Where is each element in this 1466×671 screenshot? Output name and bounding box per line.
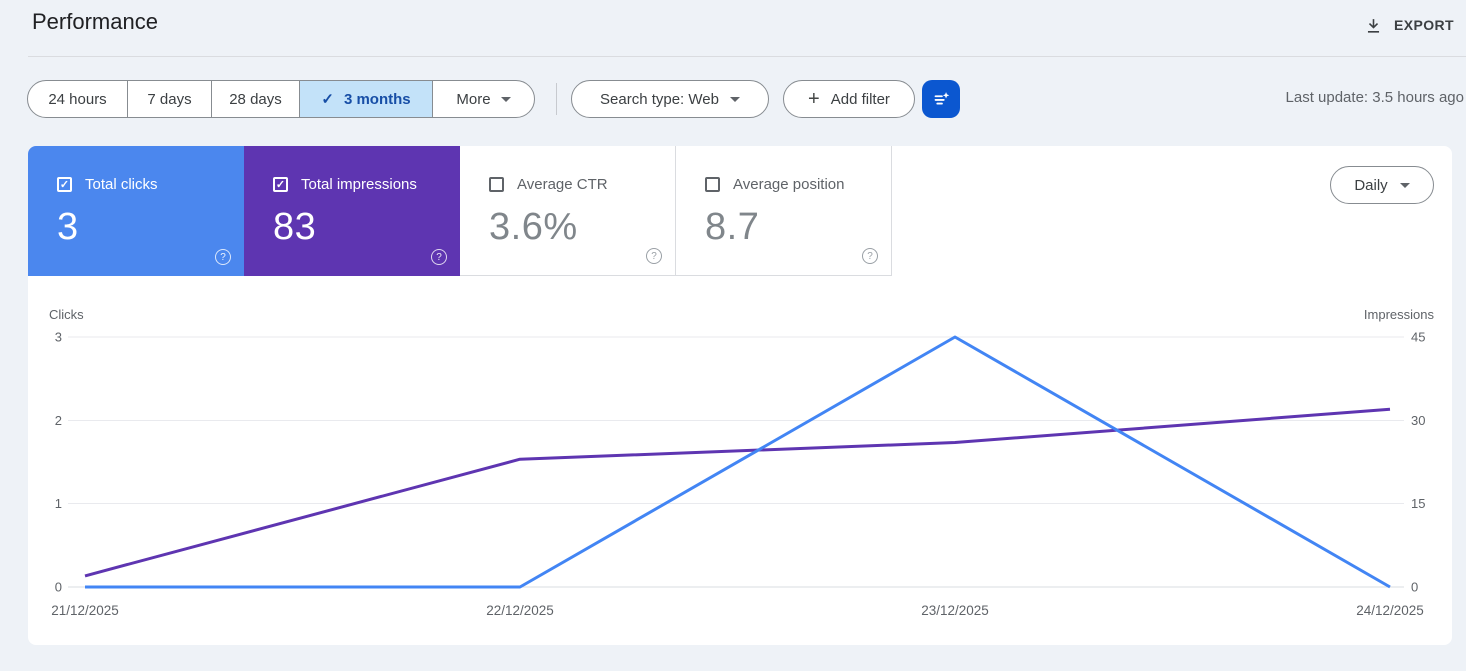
- metric-label: Average CTR: [517, 176, 608, 193]
- tab-label: 7 days: [147, 90, 192, 108]
- tab-label: 3 months: [343, 90, 411, 108]
- chevron-down-icon: [1399, 182, 1410, 188]
- export-label: EXPORT: [1394, 17, 1454, 33]
- date-range-tabs: 24 hours 7 days 28 days 3 months More: [27, 80, 535, 118]
- search-type-label: Search type: Web: [600, 90, 719, 108]
- metric-value: 83: [273, 206, 317, 248]
- filter-sparkle-icon: [930, 88, 952, 110]
- header-divider: [28, 56, 1466, 57]
- y-tick-label-left: 2: [55, 413, 62, 428]
- toolbar-divider: [556, 83, 557, 115]
- x-tick-label: 21/12/2025: [51, 603, 119, 618]
- metric-label: Total clicks: [85, 176, 158, 193]
- granularity-label: Daily: [1354, 176, 1388, 194]
- search-type-dropdown[interactable]: Search type: Web: [571, 80, 769, 118]
- metric-card-average-ctr[interactable]: Average CTR 3.6%: [460, 146, 676, 276]
- add-filter-label: Add filter: [830, 90, 890, 108]
- y-tick-label-right: 30: [1411, 413, 1425, 428]
- metric-value: 8.7: [705, 206, 760, 248]
- metric-strip: Total clicks 3 Total impressions 83 Aver…: [28, 146, 892, 276]
- tab-28-days[interactable]: 28 days: [211, 81, 299, 117]
- y-tick-label-right: 15: [1411, 496, 1425, 511]
- metric-value: 3.6%: [489, 206, 578, 248]
- y-tick-label-left: 0: [55, 580, 62, 595]
- check-icon: [321, 90, 334, 108]
- y-tick-label-right: 0: [1411, 580, 1418, 595]
- help-circle-icon[interactable]: [862, 248, 878, 264]
- y-tick-label-left: 3: [55, 330, 62, 345]
- more-button[interactable]: More: [432, 81, 534, 117]
- help-circle-icon[interactable]: [431, 249, 447, 265]
- add-filter-button[interactable]: Add filter: [783, 80, 915, 118]
- tab-7-days[interactable]: 7 days: [127, 81, 211, 117]
- plus-icon: [808, 89, 820, 109]
- clicks-line: [85, 335, 1391, 589]
- tab-label: 28 days: [229, 90, 282, 108]
- y-tick-label-left: 1: [55, 496, 62, 511]
- chart-area[interactable]: Clicks Impressions 3 45 2 30 1 15 0 0 21/12/2025 22…: [28, 300, 1452, 635]
- metric-card-total-impressions[interactable]: Total impressions 83: [244, 146, 460, 276]
- performance-chart[interactable]: Clicks Impressions 3 45 2 30 1 15 0 0 21/12/2025 22…: [28, 300, 1452, 635]
- checkbox-unchecked-icon[interactable]: [489, 177, 504, 192]
- chevron-down-icon: [729, 96, 740, 102]
- y-tick-label-right: 45: [1411, 330, 1425, 345]
- x-tick-label: 22/12/2025: [486, 603, 554, 618]
- filter-settings-button[interactable]: [922, 80, 960, 118]
- x-tick-label: 23/12/2025: [921, 603, 989, 618]
- x-tick-label: 24/12/2025: [1356, 603, 1424, 618]
- granularity-dropdown[interactable]: Daily: [1330, 166, 1434, 204]
- checkbox-checked-icon[interactable]: [57, 177, 72, 192]
- axis-title-right: Impressions: [1364, 307, 1435, 322]
- metric-label: Average position: [733, 176, 845, 193]
- tab-3-months[interactable]: 3 months: [299, 81, 432, 117]
- impressions-line: [84, 407, 1391, 578]
- tab-label: 24 hours: [48, 90, 107, 108]
- metric-value: 3: [57, 206, 79, 248]
- checkbox-unchecked-icon[interactable]: [705, 177, 720, 192]
- checkbox-checked-icon[interactable]: [273, 177, 288, 192]
- help-circle-icon[interactable]: [215, 249, 231, 265]
- page-title: Performance: [32, 9, 158, 34]
- download-icon: [1364, 16, 1383, 35]
- metric-label: Total impressions: [301, 176, 417, 193]
- metric-card-average-position[interactable]: Average position 8.7: [676, 146, 892, 276]
- more-label: More: [456, 90, 491, 108]
- performance-card: Total clicks 3 Total impressions 83 Aver…: [28, 146, 1452, 645]
- last-update-text: Last update: 3.5 hours ago: [1285, 89, 1464, 106]
- metric-card-total-clicks[interactable]: Total clicks 3: [28, 146, 244, 276]
- chevron-down-icon: [500, 96, 511, 102]
- axis-title-left: Clicks: [49, 307, 84, 322]
- tab-24-hours[interactable]: 24 hours: [28, 81, 127, 117]
- help-circle-icon[interactable]: [646, 248, 662, 264]
- export-button[interactable]: EXPORT: [1360, 8, 1458, 42]
